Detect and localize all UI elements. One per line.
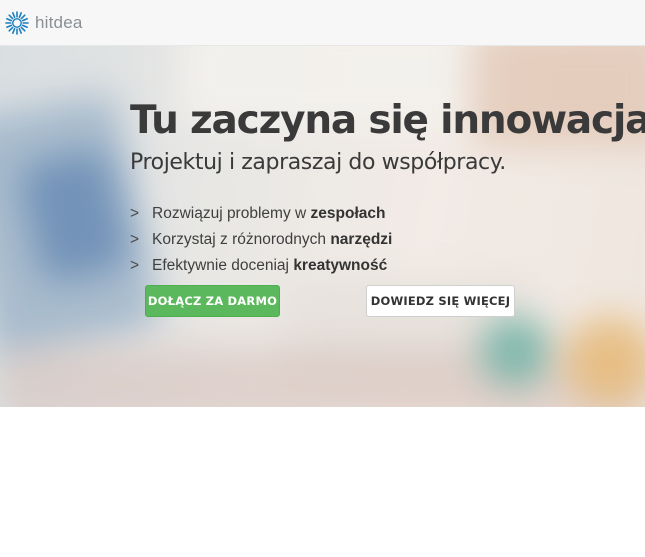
feature-item: > Rozwiązuj problemy w zespołach bbox=[130, 201, 392, 227]
hero-content: Tu zaczyna się innowacja! Projektuj i za… bbox=[0, 46, 645, 407]
hero-section: Tu zaczyna się innowacja! Projektuj i za… bbox=[0, 46, 645, 407]
learn-more-button[interactable]: DOWIEDZ SIĘ WIĘCEJ bbox=[366, 285, 515, 317]
sunburst-logo-icon bbox=[5, 11, 29, 35]
feature-text: Rozwiązuj problemy w bbox=[152, 205, 307, 222]
hero-title: Tu zaczyna się innowacja! bbox=[130, 98, 645, 143]
feature-bold: zespołach bbox=[310, 205, 386, 222]
chevron-right-icon: > bbox=[130, 231, 140, 248]
brand-name: hitdea bbox=[35, 13, 83, 32]
chevron-right-icon: > bbox=[130, 257, 140, 274]
chevron-right-icon: > bbox=[130, 205, 140, 222]
join-free-button[interactable]: DOŁĄCZ ZA DARMO bbox=[145, 285, 280, 317]
feature-list: > Rozwiązuj problemy w zespołach > Korzy… bbox=[130, 201, 392, 279]
feature-text: Korzystaj z różnorodnych bbox=[152, 231, 327, 248]
navbar: hitdea bbox=[0, 0, 645, 46]
feature-bold: narzędzi bbox=[330, 231, 393, 248]
feature-text: Efektywnie doceniaj bbox=[152, 257, 289, 274]
brand-link[interactable]: hitdea bbox=[5, 11, 83, 35]
feature-bold: kreatywność bbox=[293, 257, 388, 274]
feature-item: > Korzystaj z różnorodnych narzędzi bbox=[130, 227, 392, 253]
feature-item: > Efektywnie doceniaj kreatywność bbox=[130, 253, 392, 279]
hero-subtitle: Projektuj i zapraszaj do współpracy. bbox=[130, 150, 506, 175]
